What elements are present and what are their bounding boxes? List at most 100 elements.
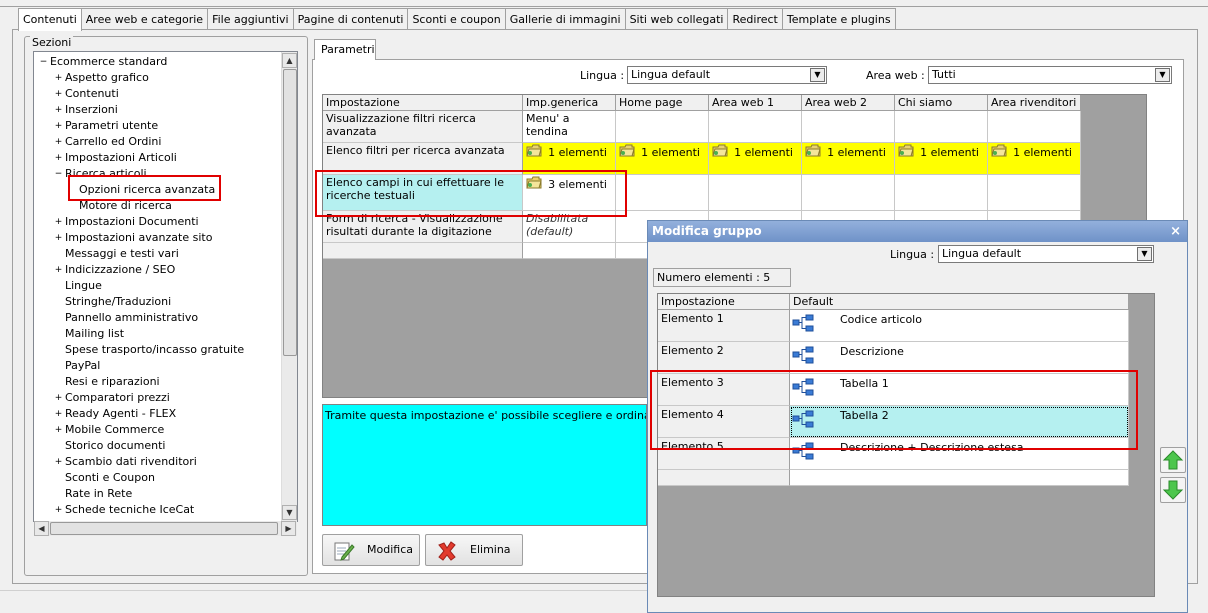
tree-item[interactable]: PayPal [34, 358, 284, 374]
grid-cell[interactable] [895, 175, 988, 211]
tree-item[interactable]: + Aspetto grafico [34, 70, 284, 86]
tree-item[interactable]: + Carrello ed Ordini [34, 134, 284, 150]
expand-icon[interactable]: + [54, 394, 63, 403]
move-up-button[interactable] [1160, 447, 1186, 473]
column-header[interactable]: Chi siamo [895, 95, 988, 111]
tab-gallerie[interactable]: Gallerie di immagini [504, 8, 626, 30]
grid-cell[interactable] [616, 175, 709, 211]
tree-item[interactable]: Lingue [34, 278, 284, 294]
tree-item[interactable]: Storico documenti [34, 438, 284, 454]
grid-cell[interactable] [988, 175, 1081, 211]
tree-item[interactable]: Spese trasporto/incasso gratuite [34, 342, 284, 358]
grid-cell[interactable] [616, 111, 709, 143]
tree-item[interactable]: + Scambio dati rivenditori [34, 454, 284, 470]
tree-item[interactable]: + Parametri utente [34, 118, 284, 134]
dialog-row-value[interactable]: Codice articolo [790, 310, 1129, 342]
lingua-select[interactable]: Lingua default ▼ [627, 66, 827, 84]
dialog-column-header[interactable]: Impostazione [658, 294, 790, 310]
scroll-thumb[interactable] [283, 69, 297, 356]
chevron-down-icon[interactable]: ▼ [810, 68, 825, 82]
expand-icon[interactable]: + [54, 234, 63, 243]
grid-cell[interactable]: 1 elementi [709, 143, 802, 175]
scroll-up-icon[interactable]: ▲ [282, 53, 297, 68]
expand-icon[interactable]: + [54, 138, 63, 147]
tree-item[interactable]: Pannello amministrativo [34, 310, 284, 326]
sections-tree[interactable]: − Ecommerce standard + Aspetto grafico + Cont… [33, 51, 298, 522]
tree-item[interactable]: Messaggi e testi vari [34, 246, 284, 262]
column-header[interactable]: Home page [616, 95, 709, 111]
tab-siti-collegati[interactable]: Siti web collegati [624, 8, 729, 30]
scroll-left-icon[interactable]: ◀ [34, 521, 49, 536]
dialog-row-empty[interactable] [790, 470, 1129, 486]
tree-item[interactable]: + Inserzioni [34, 102, 284, 118]
close-icon[interactable]: × [1170, 222, 1181, 241]
hscroll-thumb[interactable] [50, 522, 278, 535]
grid-cell-empty[interactable] [323, 243, 523, 259]
tree-horizontal-scrollbar[interactable]: ◀ ▶ [34, 521, 297, 536]
chevron-down-icon[interactable]: ▼ [1155, 68, 1170, 82]
tree-item[interactable]: + Mobile Commerce [34, 422, 284, 438]
collapse-icon[interactable]: − [39, 58, 48, 67]
column-header[interactable]: Imp.generica [523, 95, 616, 111]
grid-cell[interactable] [709, 175, 802, 211]
tree-item[interactable]: Stringhe/Traduzioni [34, 294, 284, 310]
expand-icon[interactable]: + [54, 266, 63, 275]
grid-cell[interactable] [895, 111, 988, 143]
tree-item[interactable]: + Schede tecniche IceCat [34, 502, 284, 518]
tree-item[interactable]: + Impostazioni Documenti [34, 214, 284, 230]
dialog-column-header[interactable]: Default [790, 294, 1129, 310]
tab-parametri[interactable]: Parametri [314, 39, 376, 60]
tab-sconti-coupon[interactable]: Sconti e coupon [407, 8, 506, 30]
expand-icon[interactable]: + [54, 426, 63, 435]
expand-icon[interactable]: + [54, 106, 63, 115]
tree-item[interactable]: + Ready Agenti - FLEX [34, 406, 284, 422]
tree-item[interactable]: Resi e riparazioni [34, 374, 284, 390]
tab-pagine-contenuti[interactable]: Pagine di contenuti [292, 8, 409, 30]
tab-template-plugins[interactable]: Template e plugins [781, 8, 896, 30]
tree-item[interactable]: + Comparatori prezzi [34, 390, 284, 406]
column-header[interactable]: Area rivenditori [988, 95, 1081, 111]
grid-cell[interactable] [988, 111, 1081, 143]
dialog-row-name[interactable]: Elemento 1 [658, 310, 790, 342]
collapse-icon[interactable]: − [54, 170, 63, 179]
tab-aree-web[interactable]: Aree web e categorie [80, 8, 209, 30]
expand-icon[interactable]: + [54, 218, 63, 227]
column-header[interactable]: Impostazione [323, 95, 523, 111]
tree-vertical-scrollbar[interactable]: ▲ ▼ [281, 52, 297, 521]
grid-cell[interactable]: Visualizzazione filtri ricerca avanzata [323, 111, 523, 143]
area-web-select[interactable]: Tutti ▼ [928, 66, 1172, 84]
grid-cell[interactable]: Menu' a tendina [523, 111, 616, 143]
grid-cell-empty[interactable] [523, 243, 616, 259]
expand-icon[interactable]: + [54, 74, 63, 83]
tree-item[interactable]: + Impostazioni Articoli [34, 150, 284, 166]
chevron-down-icon[interactable]: ▼ [1137, 247, 1152, 261]
dialog-row-empty[interactable] [658, 470, 790, 486]
grid-cell[interactable] [802, 175, 895, 211]
tree-item[interactable]: + Contenuti [34, 86, 284, 102]
expand-icon[interactable]: + [54, 506, 63, 515]
expand-icon[interactable]: + [54, 154, 63, 163]
grid-cell[interactable] [802, 111, 895, 143]
grid-cell[interactable]: 1 elementi [616, 143, 709, 175]
tree-item[interactable]: Mailing list [34, 326, 284, 342]
tree-item[interactable]: Rate in Rete [34, 486, 284, 502]
elimina-button[interactable]: Elimina [425, 534, 523, 566]
expand-icon[interactable]: + [54, 458, 63, 467]
expand-icon[interactable]: + [54, 122, 63, 131]
scroll-down-icon[interactable]: ▼ [282, 505, 297, 520]
tree-item[interactable]: − Ecommerce standard [34, 54, 284, 70]
grid-cell[interactable]: 1 elementi [802, 143, 895, 175]
modifica-button[interactable]: Modifica [322, 534, 420, 566]
tab-redirect[interactable]: Redirect [727, 8, 783, 30]
column-header[interactable]: Area web 2 [802, 95, 895, 111]
tab-contenuti[interactable]: Contenuti [18, 8, 82, 31]
tree-item[interactable]: Sconti e Coupon [34, 470, 284, 486]
grid-cell[interactable]: 1 elementi [988, 143, 1081, 175]
column-header[interactable]: Area web 1 [709, 95, 802, 111]
tree-item[interactable]: + Impostazioni avanzate sito [34, 230, 284, 246]
dialog-lingua-select[interactable]: Lingua default ▼ [938, 245, 1154, 263]
grid-cell[interactable]: 1 elementi [895, 143, 988, 175]
tree-item[interactable]: + Indicizzazione / SEO [34, 262, 284, 278]
expand-icon[interactable]: + [54, 410, 63, 419]
move-down-button[interactable] [1160, 477, 1186, 503]
